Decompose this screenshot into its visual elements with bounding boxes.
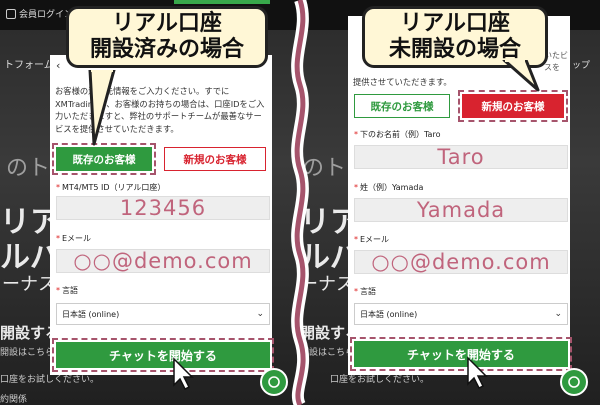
language-select[interactable]: 日本語 (online) ⌄ (56, 303, 270, 325)
callout-tail-right (502, 60, 540, 92)
chat-launcher-icon-right[interactable] (560, 368, 588, 396)
open-account-link[interactable]: 開設はこちら (0, 345, 54, 358)
active-nav-indicator (174, 0, 270, 4)
field-label-first-name: * 下のお名前（例）Taro (354, 130, 441, 139)
nav-platform-text: トフォーム (4, 60, 54, 71)
mouse-cursor-icon (173, 357, 194, 391)
field-label-account-id: * MT4/MT5 ID（リアル口座） (56, 183, 166, 192)
field-label-email: * Eメール (56, 234, 92, 243)
callout-line-1: リアル口座 (112, 11, 222, 36)
email-input[interactable]: ○○@demo.com (56, 249, 270, 273)
field-label-email-right: * Eメール (354, 235, 390, 244)
account-id-input[interactable]: 123456 (56, 196, 270, 220)
callout-line-1-right: リアル口座 (400, 11, 510, 36)
chevron-left-icon[interactable]: ‹ (56, 59, 60, 72)
callout-tail (88, 70, 116, 146)
login-button[interactable]: 会員ログイン (6, 7, 73, 20)
field-label-last-name: * 姓（例）Yamada (354, 183, 424, 192)
nav-menu-text: ップ (572, 61, 591, 71)
left-panel: 会員ログイン トフォーム のト リア・ ルパ ーナス* 開設する 開設はこちら … (0, 0, 300, 405)
user-icon (6, 8, 16, 19)
hero-text-1: のト (6, 156, 51, 181)
chat-launcher-icon[interactable] (260, 368, 288, 396)
start-chat-button[interactable]: チャットを開始する (52, 338, 274, 372)
language-select-right[interactable]: 日本語 (online) ⌄ (354, 303, 568, 325)
language-select-value: 日本語 (online) (62, 309, 120, 319)
chat-bubble-icon (568, 376, 580, 388)
email-input-right[interactable]: ○○@demo.com (354, 250, 568, 274)
new-customer-tab[interactable]: 新規のお客様 (164, 147, 266, 171)
callout-bubble: リアル口座 開設済みの場合 (66, 6, 268, 68)
language-select-value-right: 日本語 (online) (360, 309, 418, 319)
first-name-input[interactable]: Taro (354, 145, 568, 169)
bottom-text-2: 約関係 (0, 395, 28, 405)
callout-bubble-right: リアル口座 未開設の場合 (362, 6, 548, 68)
wavy-divider (291, 0, 310, 405)
existing-customer-tab-right[interactable]: 既存のお客様 (354, 94, 450, 118)
start-chat-button-right[interactable]: チャットを開始する (350, 337, 572, 371)
field-label-language-right: * 言語 (354, 287, 376, 296)
chat-bubble-icon (268, 376, 280, 388)
callout-line-2: 開設済みの場合 (89, 37, 244, 62)
chevron-down-icon: ⌄ (554, 309, 562, 319)
chevron-down-icon: ⌄ (256, 309, 264, 319)
login-label: 会員ログイン (19, 10, 74, 20)
mouse-cursor-icon-right (467, 356, 488, 390)
field-label-language: * 言語 (56, 286, 78, 295)
existing-customer-tab[interactable]: 既存のお客様 (52, 143, 156, 175)
last-name-input[interactable]: Yamada (354, 198, 568, 222)
right-panel: ップ のト リア・ ルパ ーナス* 開設する 開設はこちら 口座をお試しください… (300, 0, 600, 405)
